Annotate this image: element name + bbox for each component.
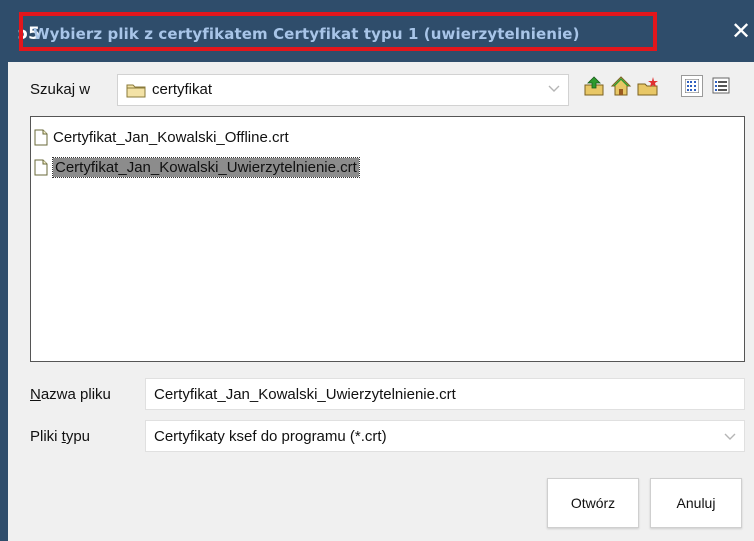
close-icon: ✕ (730, 17, 752, 45)
list-item-selected[interactable]: Certyfikat_Jan_Kowalski_Uwierzytelnienie… (34, 157, 360, 178)
filetype-label: Pliki typu (30, 428, 91, 445)
cancel-button[interactable]: Anuluj (650, 478, 742, 528)
file-name: Certyfikat_Jan_Kowalski_Uwierzytelnienie… (52, 157, 360, 178)
filename-input[interactable]: Certyfikat_Jan_Kowalski_Uwierzytelnienie… (145, 378, 745, 410)
home-icon[interactable] (610, 75, 632, 97)
file-icon (34, 159, 48, 176)
close-button[interactable]: ✕ (730, 18, 752, 44)
open-button[interactable]: Otwórz (547, 478, 639, 528)
filename-value: Certyfikat_Jan_Kowalski_Uwierzytelnienie… (154, 386, 456, 403)
file-name: Certyfikat_Jan_Kowalski_Offline.crt (53, 129, 289, 146)
list-item[interactable]: Certyfikat_Jan_Kowalski_Offline.crt (34, 127, 289, 148)
look-in-value: certyfikat (152, 81, 213, 98)
title-highlight-annotation (19, 12, 657, 51)
chevron-down-icon (548, 85, 560, 92)
filename-label: Nazwa pliku (30, 386, 111, 403)
chevron-down-icon (724, 433, 736, 440)
window-left-edge (0, 62, 8, 541)
details-view-icon[interactable] (710, 75, 732, 97)
list-view-icon (685, 79, 699, 93)
title-bar[interactable]: ɔ5 Wybierz plik z certyfikatem Certyfika… (0, 0, 754, 62)
list-view-button[interactable] (681, 75, 703, 97)
filetype-value: Certyfikaty ksef do programu (*.crt) (154, 428, 387, 445)
look-in-combo[interactable]: certyfikat (117, 74, 569, 106)
look-in-label: Szukaj w (30, 81, 91, 98)
file-icon (34, 129, 48, 146)
folder-icon (126, 84, 146, 98)
file-list[interactable]: Certyfikat_Jan_Kowalski_Offline.crt Cert… (30, 116, 745, 362)
up-folder-icon[interactable] (583, 75, 605, 97)
file-chooser-dialog: ɔ5 Wybierz plik z certyfikatem Certyfika… (0, 0, 754, 541)
filetype-combo[interactable]: Certyfikaty ksef do programu (*.crt) (145, 420, 745, 452)
new-folder-icon[interactable] (637, 75, 659, 97)
